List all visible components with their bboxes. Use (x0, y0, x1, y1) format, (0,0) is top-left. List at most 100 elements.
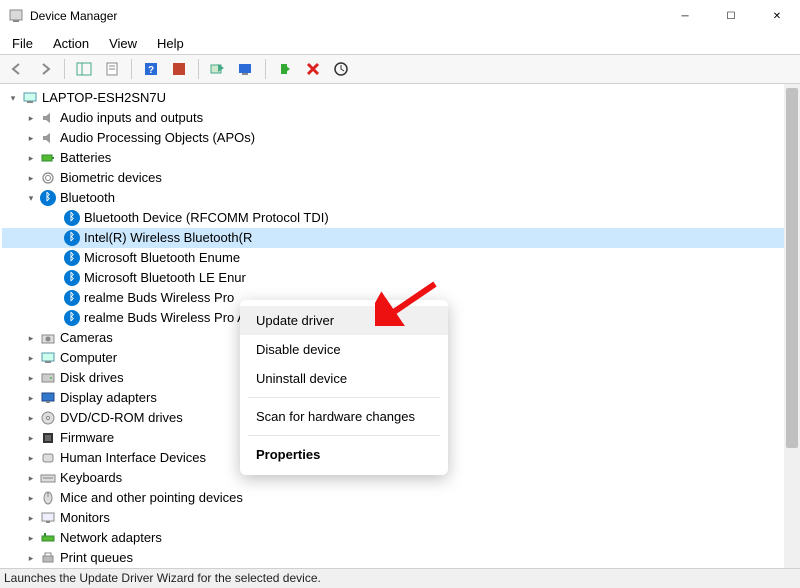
forward-button[interactable] (34, 58, 56, 80)
device-manager-icon (8, 8, 24, 24)
expand-icon[interactable]: ▸ (24, 548, 38, 568)
computer_root-icon (22, 90, 38, 106)
bluetooth-icon: ᛒ (64, 310, 80, 326)
expand-icon[interactable]: ▸ (24, 328, 38, 348)
dvd-icon (40, 410, 56, 426)
tree-root[interactable]: ▾ LAPTOP-ESH2SN7U (2, 88, 800, 108)
expand-icon[interactable]: ▸ (24, 388, 38, 408)
tree-item-label: Batteries (60, 148, 111, 168)
expand-icon[interactable]: ▸ (24, 128, 38, 148)
battery-icon (40, 150, 56, 166)
tree-item-label: Computer (60, 348, 117, 368)
menu-view[interactable]: View (101, 34, 145, 53)
tree-item-label: Cameras (60, 328, 113, 348)
printer-icon (40, 550, 56, 566)
tree-category-14[interactable]: ▸ Monitors (2, 508, 800, 528)
expand-icon[interactable]: ▸ (24, 348, 38, 368)
expand-icon[interactable]: ▸ (24, 108, 38, 128)
action-button[interactable] (168, 58, 190, 80)
tree-category-16[interactable]: ▸ Print queues (2, 548, 800, 568)
enable-device-button[interactable] (274, 58, 296, 80)
tree-item-label: realme Buds Wireless Pro Av (84, 308, 252, 328)
tree-item-label: Disk drives (60, 368, 124, 388)
expand-icon[interactable]: ▸ (24, 408, 38, 428)
expand-icon[interactable]: ▸ (24, 468, 38, 488)
tree-item-label: LAPTOP-ESH2SN7U (42, 88, 166, 108)
properties-button[interactable] (101, 58, 123, 80)
vertical-scrollbar[interactable] (784, 84, 800, 568)
menu-properties[interactable]: Properties (240, 440, 448, 469)
scan-button[interactable] (330, 58, 352, 80)
tree-item-label: Monitors (60, 508, 110, 528)
expand-icon[interactable]: ▸ (24, 528, 38, 548)
show-hide-tree-button[interactable] (73, 58, 95, 80)
tree-device-4-1[interactable]: ᛒIntel(R) Wireless Bluetooth(R (2, 228, 800, 248)
tree-category-2[interactable]: ▸ Batteries (2, 148, 800, 168)
firmware-icon (40, 430, 56, 446)
computer-icon (40, 350, 56, 366)
tree-item-label: Microsoft Bluetooth Enume (84, 248, 240, 268)
tree-category-0[interactable]: ▸ Audio inputs and outputs (2, 108, 800, 128)
tree-item-label: Print queues (60, 548, 133, 568)
tree-item-label: Intel(R) Wireless Bluetooth(R (84, 228, 252, 248)
menu-action[interactable]: Action (45, 34, 97, 53)
bluetooth-icon: ᛒ (64, 230, 80, 246)
scrollbar-thumb[interactable] (786, 88, 798, 448)
tree-category-15[interactable]: ▸ Network adapters (2, 528, 800, 548)
menu-disable-device[interactable]: Disable device (240, 335, 448, 364)
monitor-icon (40, 510, 56, 526)
collapse-icon[interactable]: ▾ (6, 88, 20, 108)
menu-file[interactable]: File (4, 34, 41, 53)
tree-item-label: Bluetooth (60, 188, 115, 208)
titlebar: Device Manager ─ ☐ ✕ (0, 0, 800, 32)
maximize-button[interactable]: ☐ (708, 0, 754, 32)
scan-hardware-button[interactable] (235, 58, 257, 80)
tree-category-1[interactable]: ▸ Audio Processing Objects (APOs) (2, 128, 800, 148)
tree-item-label: DVD/CD-ROM drives (60, 408, 183, 428)
network-icon (40, 530, 56, 546)
tree-category-3[interactable]: ▸Biometric devices (2, 168, 800, 188)
hid-icon (40, 450, 56, 466)
tree-item-label: Microsoft Bluetooth LE Enur (84, 268, 246, 288)
tree-device-4-2[interactable]: ᛒMicrosoft Bluetooth Enume (2, 248, 800, 268)
keyboard-icon (40, 470, 56, 486)
tree-item-label: Network adapters (60, 528, 162, 548)
tree-device-4-3[interactable]: ᛒMicrosoft Bluetooth LE Enur (2, 268, 800, 288)
bluetooth-icon: ᛒ (64, 290, 80, 306)
menu-help[interactable]: Help (149, 34, 192, 53)
expand-icon[interactable]: ▸ (24, 488, 38, 508)
speaker-icon (40, 130, 56, 146)
expand-icon[interactable]: ▸ (24, 168, 38, 188)
tree-device-4-0[interactable]: ᛒBluetooth Device (RFCOMM Protocol TDI) (2, 208, 800, 228)
back-button[interactable] (6, 58, 28, 80)
disk-icon (40, 370, 56, 386)
menu-update-driver[interactable]: Update driver (240, 306, 448, 335)
tree-item-label: Firmware (60, 428, 114, 448)
tree-item-label: Human Interface Devices (60, 448, 206, 468)
menu-uninstall-device[interactable]: Uninstall device (240, 364, 448, 393)
toolbar: ? (0, 54, 800, 84)
expand-icon[interactable]: ▸ (24, 448, 38, 468)
uninstall-device-button[interactable] (302, 58, 324, 80)
bluetooth-icon: ᛒ (64, 250, 80, 266)
collapse-icon[interactable]: ▾ (24, 188, 38, 208)
expand-icon[interactable]: ▸ (24, 428, 38, 448)
tree-item-label: Display adapters (60, 388, 157, 408)
tree-category-4[interactable]: ▾ᛒBluetooth (2, 188, 800, 208)
context-menu: Update driver Disable device Uninstall d… (240, 300, 448, 475)
tree-category-13[interactable]: ▸Mice and other pointing devices (2, 488, 800, 508)
expand-icon[interactable]: ▸ (24, 148, 38, 168)
expand-icon[interactable]: ▸ (24, 368, 38, 388)
mouse-icon (40, 490, 56, 506)
tree-item-label: Audio inputs and outputs (60, 108, 203, 128)
display-icon (40, 390, 56, 406)
help-button[interactable]: ? (140, 58, 162, 80)
tree-item-label: Audio Processing Objects (APOs) (60, 128, 255, 148)
close-button[interactable]: ✕ (754, 0, 800, 32)
menu-scan-hardware[interactable]: Scan for hardware changes (240, 402, 448, 431)
minimize-button[interactable]: ─ (662, 0, 708, 32)
update-driver-button[interactable] (207, 58, 229, 80)
camera-icon (40, 330, 56, 346)
bio-icon (40, 170, 56, 186)
expand-icon[interactable]: ▸ (24, 508, 38, 528)
